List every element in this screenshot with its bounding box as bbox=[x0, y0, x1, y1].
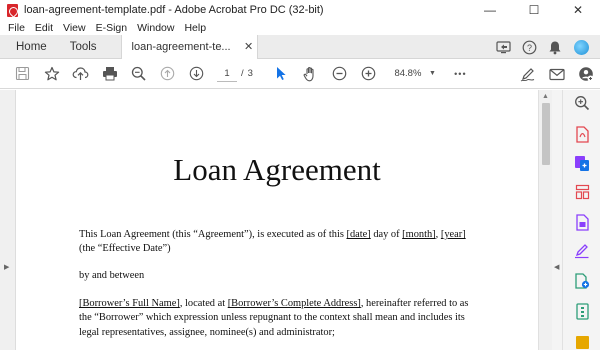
opening-paragraph: This Loan Agreement (this “Agreement”), … bbox=[79, 228, 471, 257]
edit-pdf-icon[interactable] bbox=[573, 213, 591, 231]
organize-pages-icon[interactable] bbox=[573, 183, 591, 201]
zoom-out-icon[interactable] bbox=[325, 59, 354, 89]
fill-sign-icon[interactable] bbox=[573, 242, 591, 260]
p3-text-a: , located at bbox=[179, 298, 228, 309]
scroll-up-arrow-icon[interactable]: ▲ bbox=[542, 93, 549, 100]
close-window-button[interactable]: ✕ bbox=[556, 0, 600, 20]
zoom-value: 84.8% bbox=[394, 68, 422, 79]
menu-help[interactable]: Help bbox=[184, 22, 206, 34]
menu-bar: File Edit View E-Sign Window Help bbox=[0, 20, 600, 35]
share-screen-icon[interactable] bbox=[490, 35, 516, 59]
p1-text-d: (the “Effective Date”) bbox=[79, 243, 171, 255]
next-page-icon[interactable] bbox=[182, 59, 211, 89]
total-pages: 3 bbox=[247, 68, 253, 79]
help-icon[interactable]: ? bbox=[516, 35, 542, 59]
p1-text-a: This Loan Agreement (this “Agreement”), … bbox=[79, 229, 347, 240]
menu-view[interactable]: View bbox=[63, 22, 86, 34]
acrobat-window: loan-agreement-template.pdf - Adobe Acro… bbox=[0, 0, 600, 350]
profile-avatar-icon[interactable] bbox=[568, 35, 594, 59]
compress-pdf-icon[interactable] bbox=[573, 302, 591, 320]
sign-pen-icon[interactable] bbox=[513, 59, 542, 89]
print-icon[interactable] bbox=[95, 59, 124, 89]
menu-edit[interactable]: Edit bbox=[35, 22, 53, 34]
date-placeholder: [date] bbox=[346, 229, 371, 240]
pdf-page: Loan Agreement This Loan Agreement (this… bbox=[16, 90, 538, 350]
save-icon[interactable] bbox=[8, 59, 37, 89]
zoom-dropdown[interactable]: 84.8% ▼ bbox=[393, 68, 436, 79]
year-placeholder: [year] bbox=[440, 229, 466, 240]
share-user-icon[interactable] bbox=[571, 59, 600, 89]
toolbar: 1 / 3 84.8% ▼ ••• bbox=[0, 59, 600, 89]
collapse-right-panel-icon[interactable]: ◀ bbox=[554, 263, 559, 271]
p1-text-b: day of bbox=[370, 229, 403, 240]
hand-tool-icon[interactable] bbox=[296, 59, 325, 89]
minimize-button[interactable]: — bbox=[468, 0, 512, 20]
borrower-address-placeholder: [Borrower’s Complete Address] bbox=[227, 298, 361, 309]
title-bar: loan-agreement-template.pdf - Adobe Acro… bbox=[0, 0, 600, 20]
document-tab-label: loan-agreement-te... bbox=[131, 40, 231, 53]
current-page-input[interactable]: 1 bbox=[217, 66, 237, 82]
acrobat-app-icon bbox=[7, 3, 18, 17]
tab-bar: Home Tools loan-agreement-te... ✕ ? bbox=[0, 34, 600, 59]
tab-home[interactable]: Home bbox=[0, 35, 62, 59]
page-separator: / bbox=[241, 68, 244, 79]
document-title: Loan Agreement bbox=[173, 152, 381, 187]
scroll-thumb[interactable] bbox=[542, 103, 550, 165]
svg-text:?: ? bbox=[526, 43, 531, 53]
menu-esign[interactable]: E-Sign bbox=[96, 22, 128, 34]
more-tools-rail-icon[interactable] bbox=[573, 333, 591, 350]
borrower-name-placeholder: [Borrower’s Full Name] bbox=[79, 298, 180, 309]
right-panel-strip: ◀ bbox=[552, 90, 562, 350]
menu-window[interactable]: Window bbox=[137, 22, 174, 34]
menu-file[interactable]: File bbox=[8, 22, 25, 34]
window-title: loan-agreement-template.pdf - Adobe Acro… bbox=[24, 4, 324, 16]
zoom-search-icon[interactable] bbox=[124, 59, 153, 89]
comment-share-icon[interactable] bbox=[573, 272, 591, 290]
borrower-paragraph: [Borrower’s Full Name], located at [Borr… bbox=[79, 297, 471, 340]
notifications-bell-icon[interactable] bbox=[542, 35, 568, 59]
tab-document[interactable]: loan-agreement-te... ✕ bbox=[120, 34, 258, 59]
cloud-upload-icon[interactable] bbox=[66, 59, 95, 89]
close-tab-icon[interactable]: ✕ bbox=[241, 40, 257, 53]
create-pdf-icon[interactable] bbox=[573, 154, 591, 172]
previous-page-icon[interactable] bbox=[153, 59, 182, 89]
tab-tools[interactable]: Tools bbox=[62, 35, 117, 59]
tools-rail bbox=[562, 90, 600, 350]
more-tools-icon[interactable]: ••• bbox=[446, 59, 475, 89]
maximize-button[interactable]: ☐ bbox=[512, 0, 556, 20]
page-navigator: 1 / 3 bbox=[217, 66, 253, 82]
expand-left-panel-icon[interactable]: ▶ bbox=[4, 263, 9, 271]
select-cursor-icon[interactable] bbox=[267, 59, 296, 89]
by-and-between: by and between bbox=[79, 270, 145, 281]
export-pdf-icon[interactable] bbox=[573, 125, 591, 143]
left-panel-strip: ▶ bbox=[0, 90, 16, 350]
chevron-down-icon: ▼ bbox=[428, 70, 436, 77]
avatar bbox=[573, 39, 589, 55]
vertical-scrollbar[interactable]: ▲ bbox=[538, 90, 552, 350]
search-zoom-icon[interactable] bbox=[573, 94, 591, 112]
bookmark-star-icon[interactable] bbox=[37, 59, 66, 89]
document-viewport[interactable]: Loan Agreement This Loan Agreement (this… bbox=[16, 90, 538, 350]
zoom-in-icon[interactable] bbox=[354, 59, 383, 89]
email-icon[interactable] bbox=[542, 59, 571, 89]
month-placeholder: [month] bbox=[402, 229, 436, 240]
